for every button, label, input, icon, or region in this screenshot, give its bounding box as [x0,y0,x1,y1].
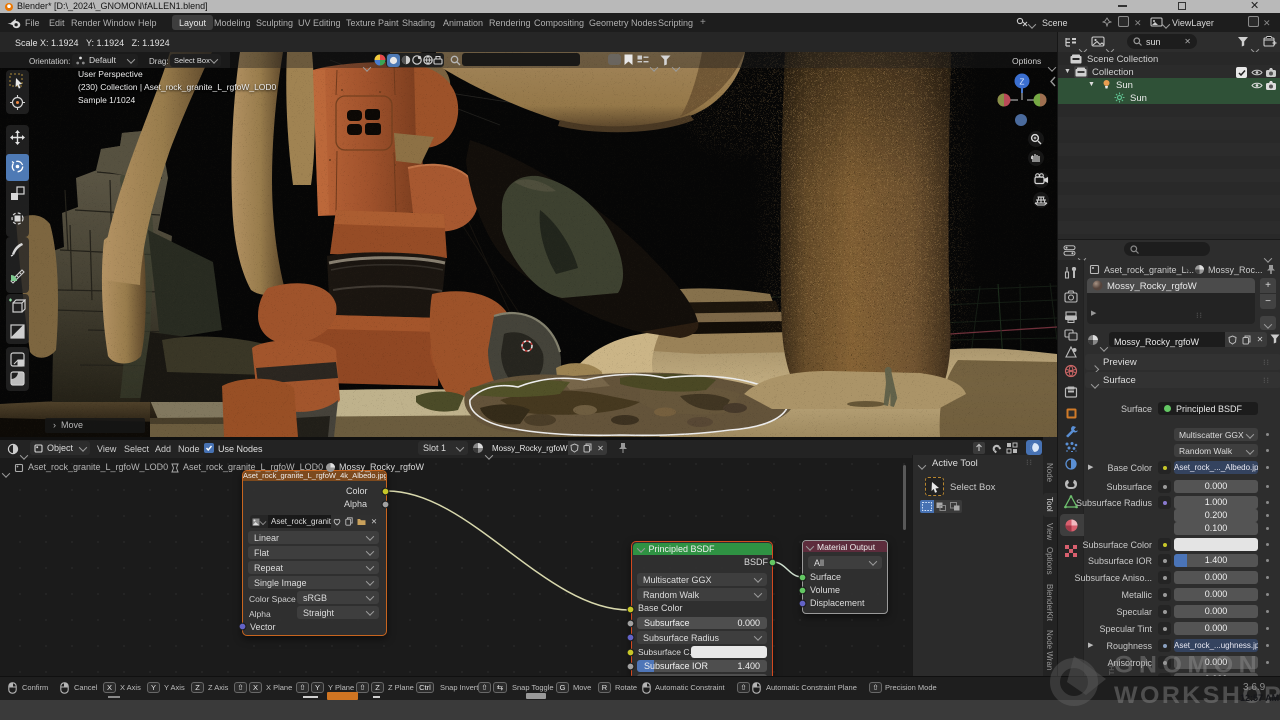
svg-text:Z: Z [1020,78,1025,87]
